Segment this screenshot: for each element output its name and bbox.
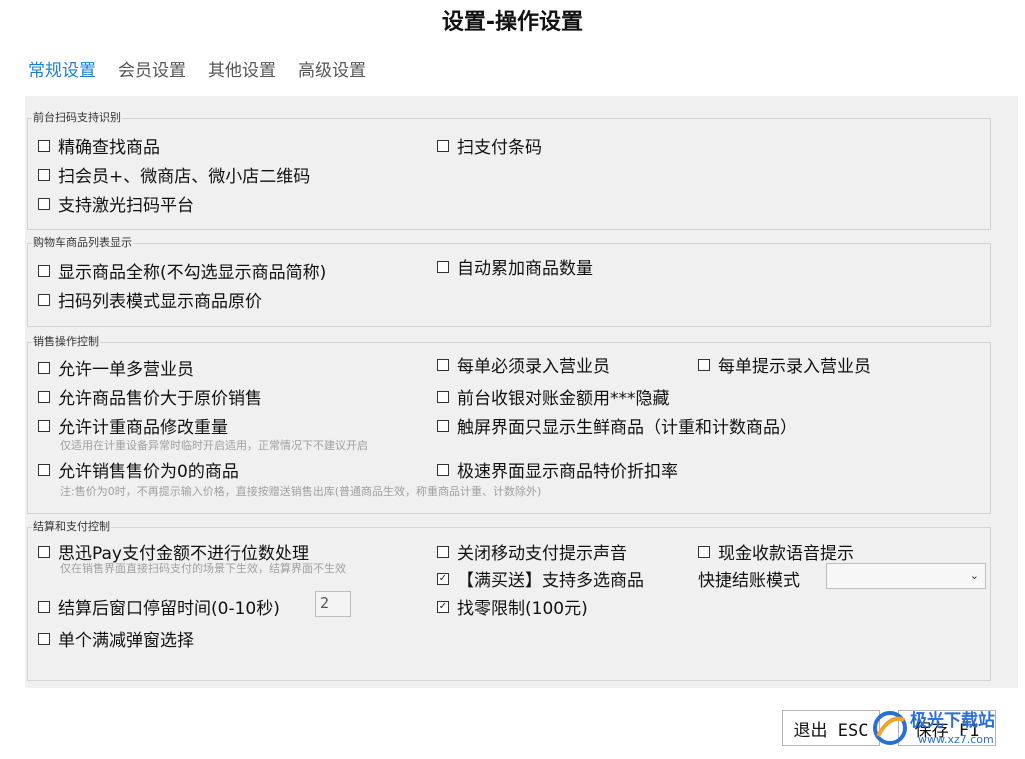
zero-price-hint: 注:售价为0时，不再提示输入价格，直接按赠送销售出库(普通商品生效，称重商品计重…: [60, 485, 542, 498]
cash-voice-label: 现金收款语音提示: [718, 544, 854, 564]
full-gift-multi-checkbox[interactable]: 【满买送】支持多选商品: [437, 566, 644, 591]
full-gift-multi-label: 【满买送】支持多选商品: [457, 571, 644, 591]
checkbox-box[interactable]: [437, 600, 449, 613]
checkbox-box[interactable]: [437, 419, 449, 432]
checkbox-box[interactable]: [437, 545, 449, 558]
scan-pay-code-label: 扫支付条码: [457, 138, 542, 158]
checkbox-box[interactable]: [437, 572, 449, 585]
change-limit-checkbox[interactable]: 找零限制(100元): [437, 594, 588, 619]
checkbox-box[interactable]: [698, 358, 710, 371]
cart-group-title: 购物车商品列表显示: [32, 236, 133, 250]
touch-fresh-only-label: 触屏界面只显示生鲜商品（计重和计数商品）: [457, 418, 797, 438]
mute-mobile-pay-checkbox[interactable]: 关闭移动支付提示声音: [437, 539, 627, 564]
checkbox-box[interactable]: [38, 168, 50, 181]
checkbox-box[interactable]: [38, 361, 50, 374]
precise-search-label: 精确查找商品: [58, 138, 160, 158]
scan-group-title: 前台扫码支持识别: [32, 111, 122, 125]
watermark-url: www.xz7.com: [918, 733, 994, 746]
laser-scan-checkbox[interactable]: 支持激光扫码平台: [38, 191, 194, 216]
must-enter-clerk-checkbox[interactable]: 每单必须录入营业员: [437, 352, 610, 377]
mute-mobile-pay-label: 关闭移动支付提示声音: [457, 544, 627, 564]
scan-list-original-price-label: 扫码列表模式显示商品原价: [58, 292, 262, 312]
single-discount-popup-label: 单个满减弹窗选择: [58, 631, 194, 651]
multi-clerk-label: 允许一单多营业员: [58, 360, 194, 380]
watermark-logo: 极光下载站 www.xz7.com: [870, 706, 1020, 750]
express-discount-rate-label: 极速界面显示商品特价折扣率: [457, 462, 678, 482]
prompt-clerk-label: 每单提示录入营业员: [718, 357, 871, 377]
checkbox-box[interactable]: [437, 463, 449, 476]
edit-weight-label: 允许计重商品修改重量: [58, 418, 228, 438]
checkbox-box[interactable]: [437, 390, 449, 403]
tab-advanced[interactable]: 高级设置: [298, 56, 366, 81]
window-title: 设置-操作设置: [441, 10, 584, 35]
tab-other[interactable]: 其他设置: [208, 56, 276, 81]
change-limit-label: 找零限制(100元): [457, 599, 588, 619]
scan-pay-code-checkbox[interactable]: 扫支付条码: [437, 133, 542, 158]
sales-group: 销售操作控制 允许一单多营业员 每单必须录入营业员 每单提示录入营业员 允许商品…: [27, 335, 991, 514]
quick-checkout-select[interactable]: ⌄: [826, 563, 986, 589]
prompt-clerk-checkbox[interactable]: 每单提示录入营业员: [698, 352, 871, 377]
checkbox-box[interactable]: [38, 264, 50, 277]
checkbox-box[interactable]: [38, 293, 50, 306]
full-name-checkbox[interactable]: 显示商品全称(不勾选显示商品简称): [38, 258, 326, 283]
quick-checkout-label: 快捷结账模式: [698, 571, 800, 591]
checkbox-box[interactable]: [437, 358, 449, 371]
multi-clerk-checkbox[interactable]: 允许一单多营业员: [38, 355, 194, 380]
pay-no-rounding-hint: 仅在销售界面直接扫码支付的场景下生效，结算界面不生效: [60, 562, 346, 575]
window-stay-input[interactable]: 2: [315, 591, 351, 617]
settings-panel: 前台扫码支持识别 精确查找商品 扫支付条码 扫会员+、微商店、微小店二维码 支持…: [25, 96, 1018, 688]
sales-group-title: 销售操作控制: [32, 335, 100, 349]
scan-member-qr-label: 扫会员+、微商店、微小店二维码: [58, 167, 311, 187]
scan-member-qr-checkbox[interactable]: 扫会员+、微商店、微小店二维码: [38, 162, 310, 187]
single-discount-popup-checkbox[interactable]: 单个满减弹窗选择: [38, 626, 194, 651]
chevron-down-icon: ⌄: [969, 569, 979, 582]
price-above-original-label: 允许商品售价大于原价销售: [58, 389, 262, 409]
payment-group-title: 结算和支付控制: [32, 520, 111, 534]
checkbox-box[interactable]: [38, 139, 50, 152]
checkbox-box[interactable]: [38, 600, 50, 613]
express-discount-rate-checkbox[interactable]: 极速界面显示商品特价折扣率: [437, 457, 678, 482]
tab-bar: 常规设置 会员设置 其他设置 高级设置: [28, 56, 366, 81]
checkbox-box[interactable]: [38, 197, 50, 210]
window-stay-label: 结算后窗口停留时间(0-10秒): [58, 599, 280, 619]
full-name-label: 显示商品全称(不勾选显示商品简称): [58, 263, 327, 283]
precise-search-checkbox[interactable]: 精确查找商品: [38, 133, 160, 158]
zero-price-checkbox[interactable]: 允许销售售价为0的商品: [38, 457, 239, 482]
checkbox-box[interactable]: [38, 632, 50, 645]
hide-reconcile-amount-label: 前台收银对账金额用***隐藏: [457, 389, 670, 409]
watermark-text: 极光下载站: [910, 710, 995, 731]
scan-group: 前台扫码支持识别 精确查找商品 扫支付条码 扫会员+、微商店、微小店二维码 支持…: [27, 111, 991, 230]
checkbox-box[interactable]: [38, 545, 50, 558]
checkbox-box[interactable]: [437, 139, 449, 152]
auto-accumulate-label: 自动累加商品数量: [457, 259, 593, 279]
laser-scan-label: 支持激光扫码平台: [58, 196, 194, 216]
cash-voice-checkbox[interactable]: 现金收款语音提示: [698, 539, 854, 564]
checkbox-box[interactable]: [38, 463, 50, 476]
payment-group: 结算和支付控制 思迅Pay支付金额不进行位数处理 仅在销售界面直接扫码支付的场景…: [27, 520, 991, 681]
zero-price-label: 允许销售售价为0的商品: [58, 462, 239, 482]
edit-weight-hint: 仅适用在计重设备异常时临时开启适用，正常情况下不建议开启: [60, 439, 368, 452]
checkbox-box[interactable]: [437, 260, 449, 273]
checkbox-box[interactable]: [698, 545, 710, 558]
edit-weight-checkbox[interactable]: 允许计重商品修改重量: [38, 413, 228, 438]
checkbox-box[interactable]: [38, 390, 50, 403]
watermark-icon: 极光下载站 www.xz7.com: [873, 710, 995, 746]
exit-button[interactable]: 退出 ESC: [782, 710, 880, 746]
price-above-original-checkbox[interactable]: 允许商品售价大于原价销售: [38, 384, 262, 409]
cart-group: 购物车商品列表显示 显示商品全称(不勾选显示商品简称) 自动累加商品数量 扫码列…: [27, 236, 991, 327]
tab-member[interactable]: 会员设置: [118, 56, 186, 81]
touch-fresh-only-checkbox[interactable]: 触屏界面只显示生鲜商品（计重和计数商品）: [437, 413, 797, 438]
tab-general[interactable]: 常规设置: [28, 56, 96, 81]
auto-accumulate-checkbox[interactable]: 自动累加商品数量: [437, 254, 593, 279]
scan-list-original-price-checkbox[interactable]: 扫码列表模式显示商品原价: [38, 287, 262, 312]
must-enter-clerk-label: 每单必须录入营业员: [457, 357, 610, 377]
checkbox-box[interactable]: [38, 419, 50, 432]
window-stay-checkbox[interactable]: 结算后窗口停留时间(0-10秒): [38, 594, 280, 619]
hide-reconcile-amount-checkbox[interactable]: 前台收银对账金额用***隐藏: [437, 384, 670, 409]
